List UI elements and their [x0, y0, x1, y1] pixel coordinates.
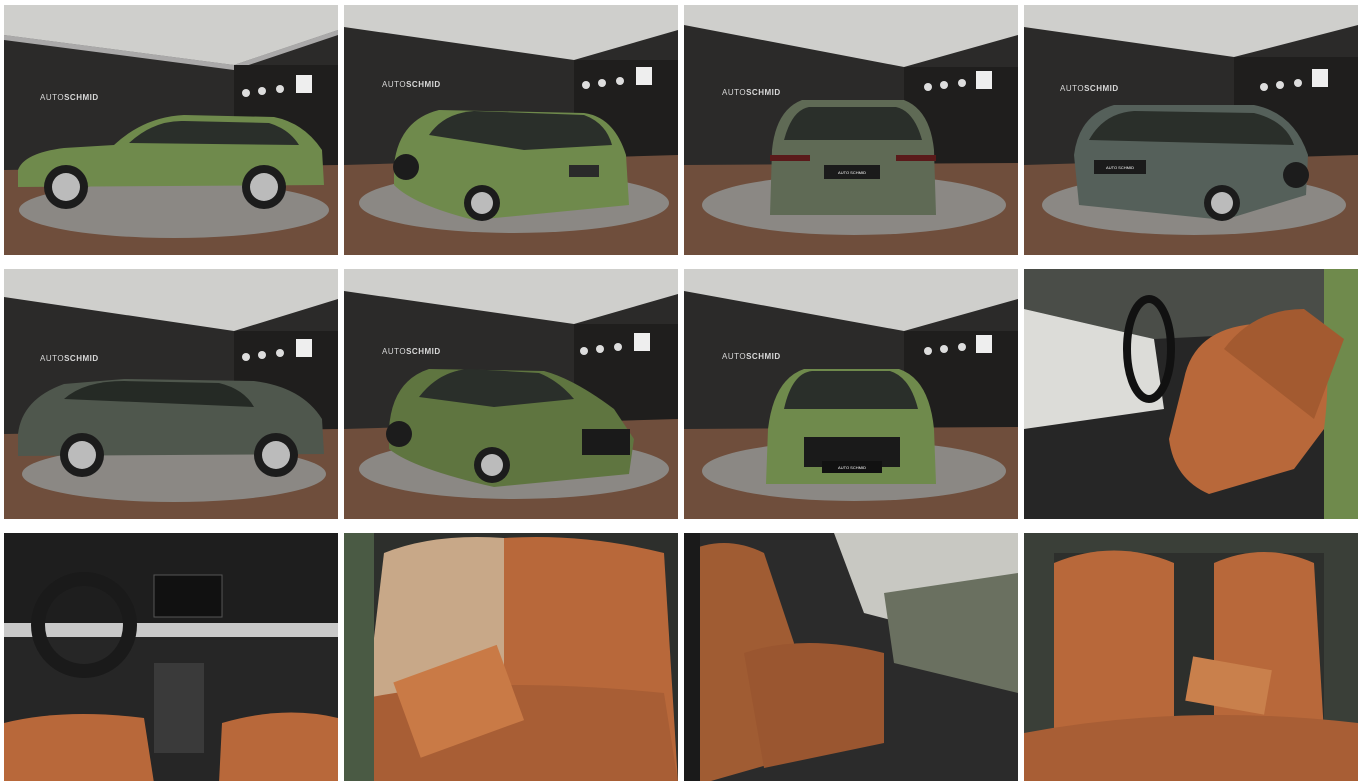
gallery-photo-10[interactable]	[344, 533, 678, 781]
gallery-photo-11[interactable]	[684, 533, 1018, 781]
photo-side-left: AUTOSCHMID	[4, 5, 338, 255]
svg-text:AUTOSCHMID: AUTOSCHMID	[382, 347, 441, 356]
photo-rear-three-quarter-left: AUTOSCHMID	[344, 5, 678, 255]
photo-interior-front-side	[684, 533, 1018, 781]
dealer-logo-text: AUTOSCHMID	[40, 93, 99, 102]
gallery-photo-12[interactable]	[1024, 533, 1358, 781]
gallery-photo-3[interactable]: AUTOSCHMID AUTO SCHMID	[684, 5, 1018, 255]
car-body: AUTO SCHMID	[770, 100, 936, 215]
car-body	[393, 110, 629, 221]
photo-interior-dashboard	[4, 533, 338, 781]
photo-side-left-shade: AUTOSCHMID	[4, 269, 338, 519]
car-body: AUTO SCHMID	[766, 369, 936, 484]
gallery-photo-5[interactable]: AUTOSCHMID	[4, 269, 338, 519]
photo-rear-three-quarter-right: AUTOSCHMID AUTO SCHMID	[1024, 5, 1358, 255]
photo-interior-rear-bench-armrest	[1024, 533, 1358, 781]
gallery-photo-7[interactable]: AUTOSCHMID AUTO SCHMID	[684, 269, 1018, 519]
svg-text:AUTO SCHMID: AUTO SCHMID	[838, 465, 866, 470]
gallery-photo-2[interactable]: AUTOSCHMID	[344, 5, 678, 255]
svg-text:AUTOSCHMID: AUTOSCHMID	[1060, 84, 1119, 93]
gallery-photo-6[interactable]: AUTOSCHMID	[344, 269, 678, 519]
gallery-photo-8[interactable]	[1024, 269, 1358, 519]
car-body: AUTO SCHMID	[1074, 105, 1309, 221]
gallery-photo-9[interactable]	[4, 533, 338, 781]
svg-text:AUTO SCHMID: AUTO SCHMID	[1106, 165, 1134, 170]
svg-text:AUTOSCHMID: AUTOSCHMID	[722, 352, 781, 361]
svg-text:AUTOSCHMID: AUTOSCHMID	[40, 354, 99, 363]
photo-rear: AUTOSCHMID AUTO SCHMID	[684, 5, 1018, 255]
gallery-photo-1[interactable]: AUTOSCHMID	[4, 5, 338, 255]
photo-front: AUTOSCHMID AUTO SCHMID	[684, 269, 1018, 519]
svg-text:AUTOSCHMID: AUTOSCHMID	[382, 80, 441, 89]
svg-text:AUTO SCHMID: AUTO SCHMID	[838, 170, 866, 175]
photo-gallery: AUTOSCHMID AUTOSCHMID AUTOSCHMID AUTO SC…	[0, 0, 1365, 781]
photo-interior-rear-bench	[344, 533, 678, 781]
photo-interior-front-seat	[1024, 269, 1358, 519]
photo-front-three-quarter-left: AUTOSCHMID	[344, 269, 678, 519]
svg-text:AUTOSCHMID: AUTOSCHMID	[722, 88, 781, 97]
gallery-photo-4[interactable]: AUTOSCHMID AUTO SCHMID	[1024, 5, 1358, 255]
